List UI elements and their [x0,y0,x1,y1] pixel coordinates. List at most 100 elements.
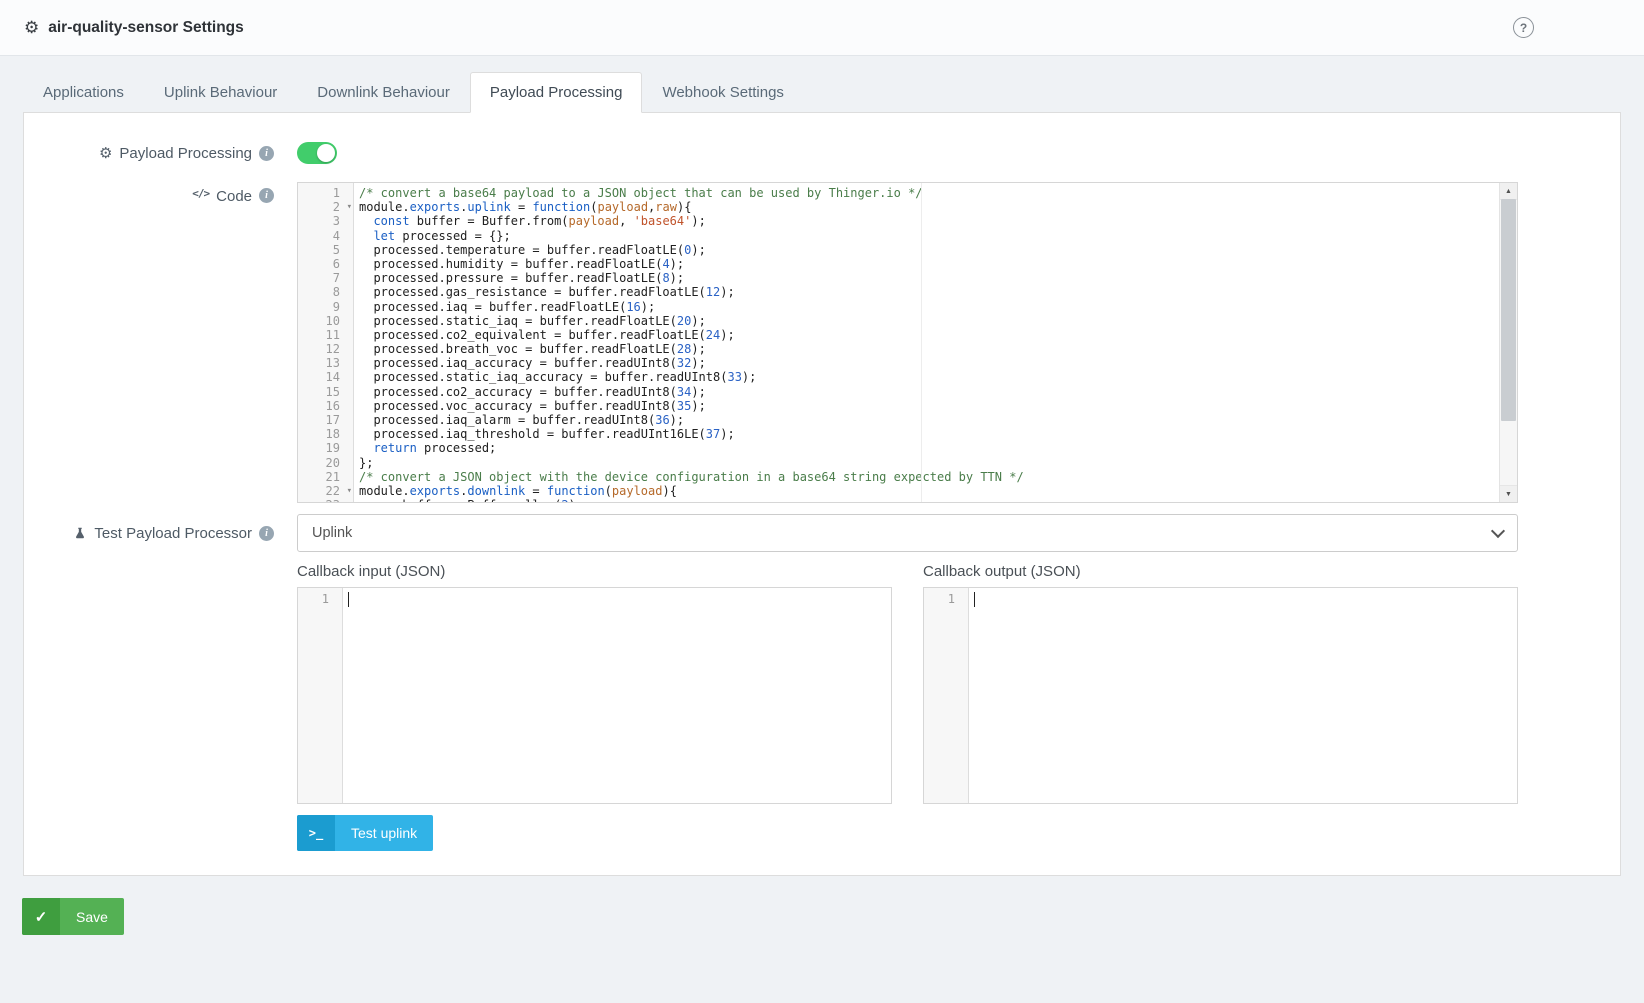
help-icon[interactable]: ? [1513,17,1534,38]
code-line[interactable]: processed.iaq_threshold = buffer.readUIn… [359,427,1499,441]
scroll-down-arrow[interactable]: ▼ [1500,485,1517,502]
code-editor-gutter: 12▾345678910111213141516171819202122▾23 [298,183,354,502]
line-number: 9 [298,300,353,314]
test-button-row: >_ Test uplink [24,815,1620,851]
line-number: 23 [298,498,353,503]
line-number: 2▾ [298,200,353,214]
code-line[interactable]: processed.humidity = buffer.readFloatLE(… [359,257,1499,271]
scroll-up-arrow[interactable]: ▲ [1500,183,1517,200]
payload-processing-control [297,142,1518,164]
code-line[interactable]: processed.pressure = buffer.readFloatLE(… [359,271,1499,285]
line-number: 8 [298,285,353,299]
payload-processing-label: Payload Processing [119,145,252,162]
test-button-control: >_ Test uplink [297,815,1518,851]
code-control: 12▾345678910111213141516171819202122▾23 … [297,182,1518,503]
code-label-cell: </​> Code i [24,182,297,205]
line-number: 17 [298,413,353,427]
code-line[interactable]: }; [359,456,1499,470]
code-line[interactable]: let processed = {}; [359,229,1499,243]
callback-input-column: Callback input (JSON) 1 [297,564,892,804]
code-line[interactable]: processed.iaq_alarm = buffer.readUInt8(3… [359,413,1499,427]
code-line[interactable]: processed.iaq_accuracy = buffer.readUInt… [359,356,1499,370]
callback-output-column: Callback output (JSON) 1 [923,564,1518,804]
test-processor-info-icon[interactable]: i [259,526,274,541]
callback-columns: Callback input (JSON) 1 Callback output … [297,564,1518,804]
code-line[interactable]: return processed; [359,441,1499,455]
test-mode-selected-value: Uplink [312,525,352,541]
test-mode-select[interactable]: Uplink [297,514,1518,552]
code-line[interactable]: /* convert a base64 payload to a JSON ob… [359,186,1499,200]
test-processor-control: Uplink [297,514,1518,552]
text-cursor [348,592,349,607]
terminal-icon: >_ [297,815,335,851]
settings-panel: ⚙ Payload Processing i </​> Code i 12▾34… [23,112,1621,876]
line-number: 20 [298,456,353,470]
code-line[interactable]: processed.co2_accuracy = buffer.readUInt… [359,385,1499,399]
line-number: 14 [298,370,353,384]
tab-webhook-settings[interactable]: Webhook Settings [642,72,803,113]
code-line[interactable]: processed.voc_accuracy = buffer.readUInt… [359,399,1499,413]
fold-marker-icon[interactable]: ▾ [347,484,352,498]
save-button[interactable]: ✓ Save [22,898,124,935]
code-line[interactable]: var buffer = Buffer.alloc(2); [359,498,1499,502]
toggle-knob [317,144,335,162]
callback-input-gutter: 1 [298,588,343,803]
code-label: Code [216,188,252,205]
line-number: 10 [298,314,353,328]
flask-icon [73,526,87,540]
callback-output-label: Callback output (JSON) [923,564,1518,580]
save-label: Save [60,898,124,935]
line-number: 16 [298,399,353,413]
code-line[interactable]: module.exports.uplink = function(payload… [359,200,1499,214]
footer: ✓ Save [22,898,1622,935]
code-line[interactable]: module.exports.downlink = function(paylo… [359,484,1499,498]
line-number: 21 [298,470,353,484]
code-editor-content[interactable]: /* convert a base64 payload to a JSON ob… [354,183,1499,502]
code-line[interactable]: processed.breath_voc = buffer.readFloatL… [359,342,1499,356]
titlebar: ⚙ air-quality-sensor Settings ? [0,0,1644,56]
code-editor-scrollbar[interactable]: ▲ ▼ [1499,183,1517,502]
tab-downlink-behaviour[interactable]: Downlink Behaviour [297,72,470,113]
code-line[interactable]: processed.static_iaq = buffer.readFloatL… [359,314,1499,328]
code-line[interactable]: processed.co2_equivalent = buffer.readFl… [359,328,1499,342]
payload-processing-gear-icon: ⚙ [99,146,112,161]
code-editor[interactable]: 12▾345678910111213141516171819202122▾23 … [297,182,1518,503]
test-processor-label-cell: Test Payload Processor i [24,525,297,542]
scroll-thumb[interactable] [1501,199,1516,421]
line-number: 22▾ [298,484,353,498]
payload-processing-row: ⚙ Payload Processing i [24,141,1620,165]
payload-processing-toggle[interactable] [297,142,337,164]
line-number: 5 [298,243,353,257]
callback-row: Callback input (JSON) 1 Callback output … [24,564,1620,804]
callback-output-content[interactable] [969,588,1517,803]
code-line[interactable]: processed.gas_resistance = buffer.readFl… [359,285,1499,299]
code-line[interactable]: const buffer = Buffer.from(payload, 'bas… [359,214,1499,228]
test-processor-label: Test Payload Processor [94,525,252,542]
tab-uplink-behaviour[interactable]: Uplink Behaviour [144,72,297,113]
callback-output-editor[interactable]: 1 [923,587,1518,804]
code-line[interactable]: processed.temperature = buffer.readFloat… [359,243,1499,257]
code-info-icon[interactable]: i [259,188,274,203]
page-title: air-quality-sensor Settings [48,19,244,37]
code-line[interactable]: /* convert a JSON object with the device… [359,470,1499,484]
main-content: ApplicationsUplink BehaviourDownlink Beh… [23,72,1621,876]
fold-marker-icon[interactable]: ▾ [347,200,352,214]
payload-processing-label-cell: ⚙ Payload Processing i [24,145,297,162]
test-processor-row: Test Payload Processor i Uplink [24,514,1620,552]
tab-bar: ApplicationsUplink BehaviourDownlink Beh… [23,72,1621,112]
callback-input-label: Callback input (JSON) [297,564,892,580]
chevron-down-icon [1491,523,1505,537]
callback-input-content[interactable] [343,588,891,803]
payload-processing-info-icon[interactable]: i [259,146,274,161]
code-line[interactable]: processed.iaq = buffer.readFloatLE(16); [359,300,1499,314]
code-icon: </​> [192,188,209,199]
test-uplink-button[interactable]: >_ Test uplink [297,815,433,851]
code-line[interactable]: processed.static_iaq_accuracy = buffer.r… [359,370,1499,384]
check-icon: ✓ [22,898,60,935]
tab-applications[interactable]: Applications [23,72,144,113]
tab-payload-processing[interactable]: Payload Processing [470,72,643,113]
code-row: </​> Code i 12▾3456789101112131415161718… [24,182,1620,503]
callback-output-line-number: 1 [948,592,955,606]
callback-input-editor[interactable]: 1 [297,587,892,804]
line-number: 1 [298,186,353,200]
